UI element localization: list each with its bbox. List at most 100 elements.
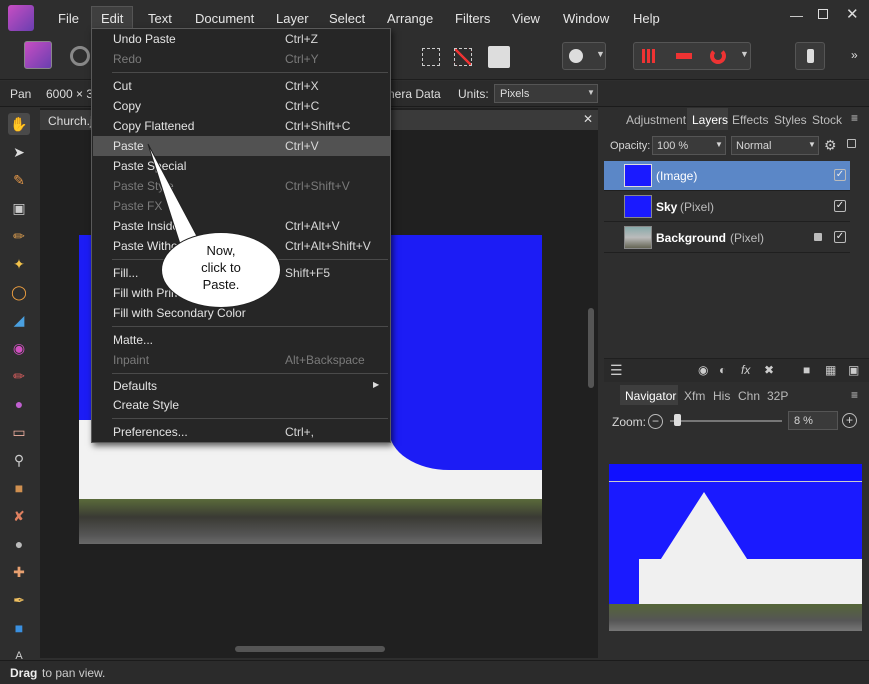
menu-select[interactable]: Select <box>329 11 365 26</box>
menu-item-defaults[interactable]: Defaults ▶ <box>93 376 390 396</box>
zoom-in-icon[interactable]: + <box>842 413 857 428</box>
vertical-scrollbar[interactable] <box>588 308 594 388</box>
menu-item-undo-paste[interactable]: Undo Paste Ctrl+Z <box>93 29 390 49</box>
crop-icon[interactable]: ▣ <box>8 197 30 219</box>
clone-icon[interactable]: ■ <box>8 477 30 499</box>
healing-icon[interactable]: ✘ <box>8 505 30 527</box>
menu-help[interactable]: Help <box>633 11 660 26</box>
menu-item-inpaint[interactable]: Inpaint Alt+Backspace <box>93 350 390 370</box>
tab-32p[interactable]: 32P <box>767 389 788 403</box>
camera-data-button[interactable]: nera Data <box>388 87 441 101</box>
mask-icon[interactable]: ◉ <box>698 363 708 377</box>
add-pixel-layer-icon[interactable]: ▦ <box>825 363 836 377</box>
fill-icon[interactable]: ◢ <box>8 309 30 331</box>
layer-stack-icon[interactable]: ☰ <box>610 362 623 379</box>
menu-window[interactable]: Window <box>563 11 609 26</box>
menu-item-paste-fx[interactable]: Paste FX <box>93 196 390 216</box>
minimize-icon[interactable]: — <box>790 8 803 23</box>
move-icon[interactable]: ➤ <box>8 141 30 163</box>
layer-lock-icon[interactable] <box>814 233 822 241</box>
menu-item-paste[interactable]: Paste Ctrl+V <box>93 136 390 156</box>
quick-mask-icon[interactable]: ▼ <box>562 42 606 70</box>
menu-filters[interactable]: Filters <box>455 11 490 26</box>
zoom-out-icon[interactable]: − <box>648 414 663 429</box>
tab-layers[interactable]: Layers <box>692 113 728 127</box>
opacity-field[interactable]: 100 % ▼ <box>652 136 726 155</box>
adjustment-icon[interactable]: ◐ <box>719 363 726 377</box>
menu-item-redo[interactable]: Redo Ctrl+Y <box>93 49 390 69</box>
zoom-slider[interactable] <box>670 420 782 422</box>
photo-persona-icon[interactable] <box>24 41 52 69</box>
menu-item-create-style[interactable]: Create Style <box>93 395 390 415</box>
tab-history[interactable]: His <box>713 389 730 403</box>
rectangle-icon[interactable]: ■ <box>8 617 30 639</box>
eraser-icon[interactable]: ▭ <box>8 421 30 443</box>
snapping-grid-icon[interactable]: ▼ <box>633 42 751 70</box>
layer-visibility-checkbox[interactable]: ✓ <box>834 231 846 243</box>
menu-view[interactable]: View <box>512 11 540 26</box>
liquify-persona-icon[interactable] <box>70 46 90 66</box>
tab-adjustment[interactable]: Adjustment <box>626 113 686 127</box>
menu-item-copy-flattened[interactable]: Copy Flattened Ctrl+Shift+C <box>93 116 390 136</box>
lock-icon[interactable] <box>847 139 856 148</box>
menu-file[interactable]: File <box>58 11 79 26</box>
units-select[interactable]: Pixels ▼ <box>494 84 598 103</box>
paint-brush-icon[interactable]: ✏ <box>8 365 30 387</box>
close-document-icon[interactable]: ✕ <box>583 112 593 126</box>
panel-menu-icon[interactable]: ≡ <box>851 111 858 125</box>
tab-stock[interactable]: Stock <box>812 113 842 127</box>
menu-item-preferences[interactable]: Preferences... Ctrl+, <box>93 422 390 442</box>
assistant-icon[interactable] <box>795 42 825 70</box>
gear-icon[interactable]: ⚙ <box>824 137 837 154</box>
menu-item-cut[interactable]: Cut Ctrl+X <box>93 76 390 96</box>
layer-row-image[interactable]: (Image) ✓ <box>604 161 850 191</box>
menu-item-paste-inside[interactable]: Paste Inside Ctrl+Alt+V <box>93 216 390 236</box>
pen-icon[interactable]: ✒ <box>8 589 30 611</box>
gradient-icon[interactable]: ◉ <box>8 337 30 359</box>
invert-selection-icon[interactable] <box>488 46 510 68</box>
menu-document[interactable]: Document <box>195 11 254 26</box>
zoom-field[interactable]: 8 % <box>788 411 838 430</box>
navigator-preview[interactable] <box>609 464 862 631</box>
trash-icon[interactable]: ▣ <box>848 363 859 377</box>
layer-row-background[interactable]: Background (Pixel) ✓ <box>604 223 850 253</box>
blend-mode-select[interactable]: Normal ▼ <box>731 136 819 155</box>
magic-wand-icon[interactable]: ✦ <box>8 253 30 275</box>
menu-text[interactable]: Text <box>148 11 172 26</box>
navigator-menu-icon[interactable]: ≡ <box>851 388 858 402</box>
layer-visibility-checkbox[interactable]: ✓ <box>834 200 846 212</box>
blur-icon[interactable]: ● <box>8 533 30 555</box>
marquee-icon[interactable] <box>422 48 440 66</box>
menu-item-matte[interactable]: Matte... <box>93 330 390 350</box>
dodge-icon[interactable]: ⚲ <box>8 449 30 471</box>
tab-styles[interactable]: Styles <box>774 113 807 127</box>
app-logo[interactable] <box>8 5 34 31</box>
tab-navigator[interactable]: Navigator <box>625 389 676 403</box>
menu-layer[interactable]: Layer <box>276 11 309 26</box>
tab-transform[interactable]: Xfm <box>684 389 705 403</box>
bandage-icon[interactable]: ✚ <box>8 561 30 583</box>
live-filter-icon[interactable]: ✖ <box>764 363 774 377</box>
horizontal-scrollbar[interactable] <box>235 646 385 652</box>
lasso-icon[interactable]: ◯ <box>8 281 30 303</box>
menu-item-paste-special[interactable]: Paste Special <box>93 156 390 176</box>
menu-item-paste-style[interactable]: Paste Style Ctrl+Shift+V <box>93 176 390 196</box>
layer-visibility-checkbox[interactable]: ✓ <box>834 169 846 181</box>
menu-item-fill-secondary[interactable]: Fill with Secondary Color <box>93 303 390 323</box>
tab-channels[interactable]: Chn <box>738 389 760 403</box>
deselect-icon[interactable] <box>454 48 472 66</box>
folder-icon[interactable]: ■ <box>803 363 810 377</box>
layer-row-sky[interactable]: Sky (Pixel) ✓ <box>604 192 850 222</box>
menu-edit[interactable]: Edit <box>101 11 123 26</box>
fx-icon[interactable]: fx <box>741 363 750 377</box>
hand-icon[interactable]: ✋ <box>8 113 30 135</box>
tab-effects[interactable]: Effects <box>732 113 768 127</box>
maximize-icon[interactable] <box>818 9 828 19</box>
menu-item-copy[interactable]: Copy Ctrl+C <box>93 96 390 116</box>
color-replace-icon[interactable]: ● <box>8 393 30 415</box>
zoom-slider-handle[interactable] <box>674 414 681 426</box>
selection-brush-icon[interactable]: ✏ <box>8 225 30 247</box>
eyedropper-icon[interactable]: ✎ <box>8 169 30 191</box>
toolbar-overflow-icon[interactable]: » <box>851 48 858 62</box>
menu-arrange[interactable]: Arrange <box>387 11 433 26</box>
